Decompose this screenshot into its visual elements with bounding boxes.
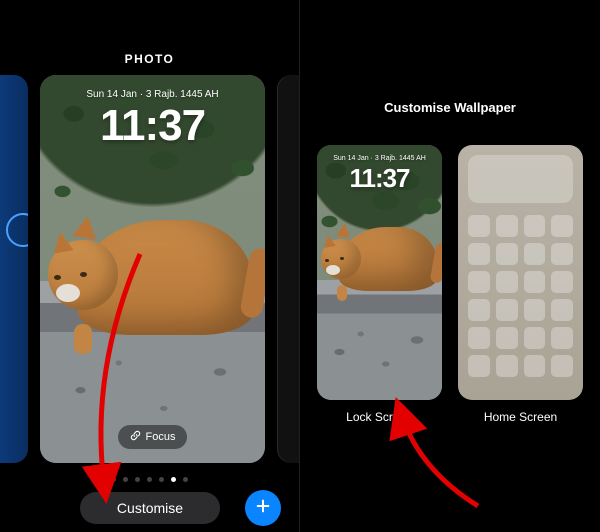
- homescreen-option[interactable]: Home Screen: [458, 145, 583, 424]
- app-placeholder-icon: [551, 299, 573, 321]
- wallpaper-cat: [78, 220, 253, 335]
- app-placeholder-icon: [524, 215, 546, 237]
- app-placeholder-icon: [496, 355, 518, 377]
- app-placeholder-icon: [496, 271, 518, 293]
- focus-pill[interactable]: Focus: [118, 425, 188, 449]
- customise-label: Customise: [117, 500, 183, 516]
- app-placeholder-icon: [496, 243, 518, 265]
- app-placeholder-icon: [496, 215, 518, 237]
- app-placeholder-icon: [551, 355, 573, 377]
- prev-wallpaper-peek[interactable]: [0, 75, 28, 463]
- page-dot-active: [171, 477, 176, 482]
- app-grid: [468, 215, 573, 388]
- app-placeholder-icon: [524, 243, 546, 265]
- page-dot: [147, 477, 152, 482]
- app-placeholder-icon: [524, 299, 546, 321]
- lockscreen-date: Sun 14 Jan · 3 Rajb. 1445 AH: [317, 155, 442, 162]
- gallery-category-title: PHOTO: [0, 52, 299, 66]
- lockscreen-option[interactable]: Sun 14 Jan · 3 Rajb. 1445 AH 11:37 Lock …: [317, 145, 442, 424]
- app-placeholder-icon: [496, 299, 518, 321]
- page-dot: [135, 477, 140, 482]
- app-placeholder-icon: [468, 355, 490, 377]
- customise-title: Customise Wallpaper: [300, 100, 600, 115]
- page-dot: [111, 477, 116, 482]
- app-placeholder-icon: [551, 215, 573, 237]
- lockscreen-time: 11:37: [317, 163, 442, 194]
- widget-placeholder: [468, 155, 573, 203]
- customise-wallpaper-panel: Customise Wallpaper Sun 14 Jan · 3 Rajb.…: [300, 0, 600, 532]
- page-dot: [123, 477, 128, 482]
- app-placeholder-icon: [468, 299, 490, 321]
- screen-pair: Sun 14 Jan · 3 Rajb. 1445 AH 11:37 Lock …: [300, 145, 600, 424]
- app-placeholder-icon: [524, 271, 546, 293]
- next-wallpaper-peek[interactable]: [277, 75, 299, 463]
- annotation-arrow-icon: [370, 410, 500, 525]
- add-wallpaper-button[interactable]: [245, 490, 281, 526]
- link-focus-icon: [130, 430, 141, 444]
- lockscreen-date: Sun 14 Jan · 3 Rajb. 1445 AH: [40, 89, 265, 100]
- app-placeholder-icon: [524, 327, 546, 349]
- lockscreen-label: Lock Screen: [317, 410, 442, 424]
- app-placeholder-icon: [468, 215, 490, 237]
- page-dot: [159, 477, 164, 482]
- page-dot: [183, 477, 188, 482]
- page-indicator[interactable]: [0, 477, 299, 482]
- app-placeholder-icon: [551, 243, 573, 265]
- wallpaper-card-current[interactable]: Sun 14 Jan · 3 Rajb. 1445 AH 11:37 Focus: [40, 75, 265, 463]
- lockscreen-time: 11:37: [40, 101, 265, 151]
- wallpaper-rock: [317, 280, 442, 400]
- focus-label: Focus: [146, 431, 176, 443]
- plus-icon: [255, 498, 271, 519]
- app-placeholder-icon: [551, 271, 573, 293]
- app-placeholder-icon: [468, 327, 490, 349]
- app-placeholder-icon: [468, 243, 490, 265]
- wallpaper-gallery-panel: PHOTO Sun 14 Jan · 3 Rajb. 1445 AH 11:37…: [0, 0, 300, 532]
- app-placeholder-icon: [551, 327, 573, 349]
- wallpaper-cat: [339, 227, 437, 291]
- app-placeholder-icon: [524, 355, 546, 377]
- customise-button[interactable]: Customise: [80, 492, 220, 524]
- app-placeholder-icon: [468, 271, 490, 293]
- homescreen-label: Home Screen: [458, 410, 583, 424]
- app-placeholder-icon: [496, 327, 518, 349]
